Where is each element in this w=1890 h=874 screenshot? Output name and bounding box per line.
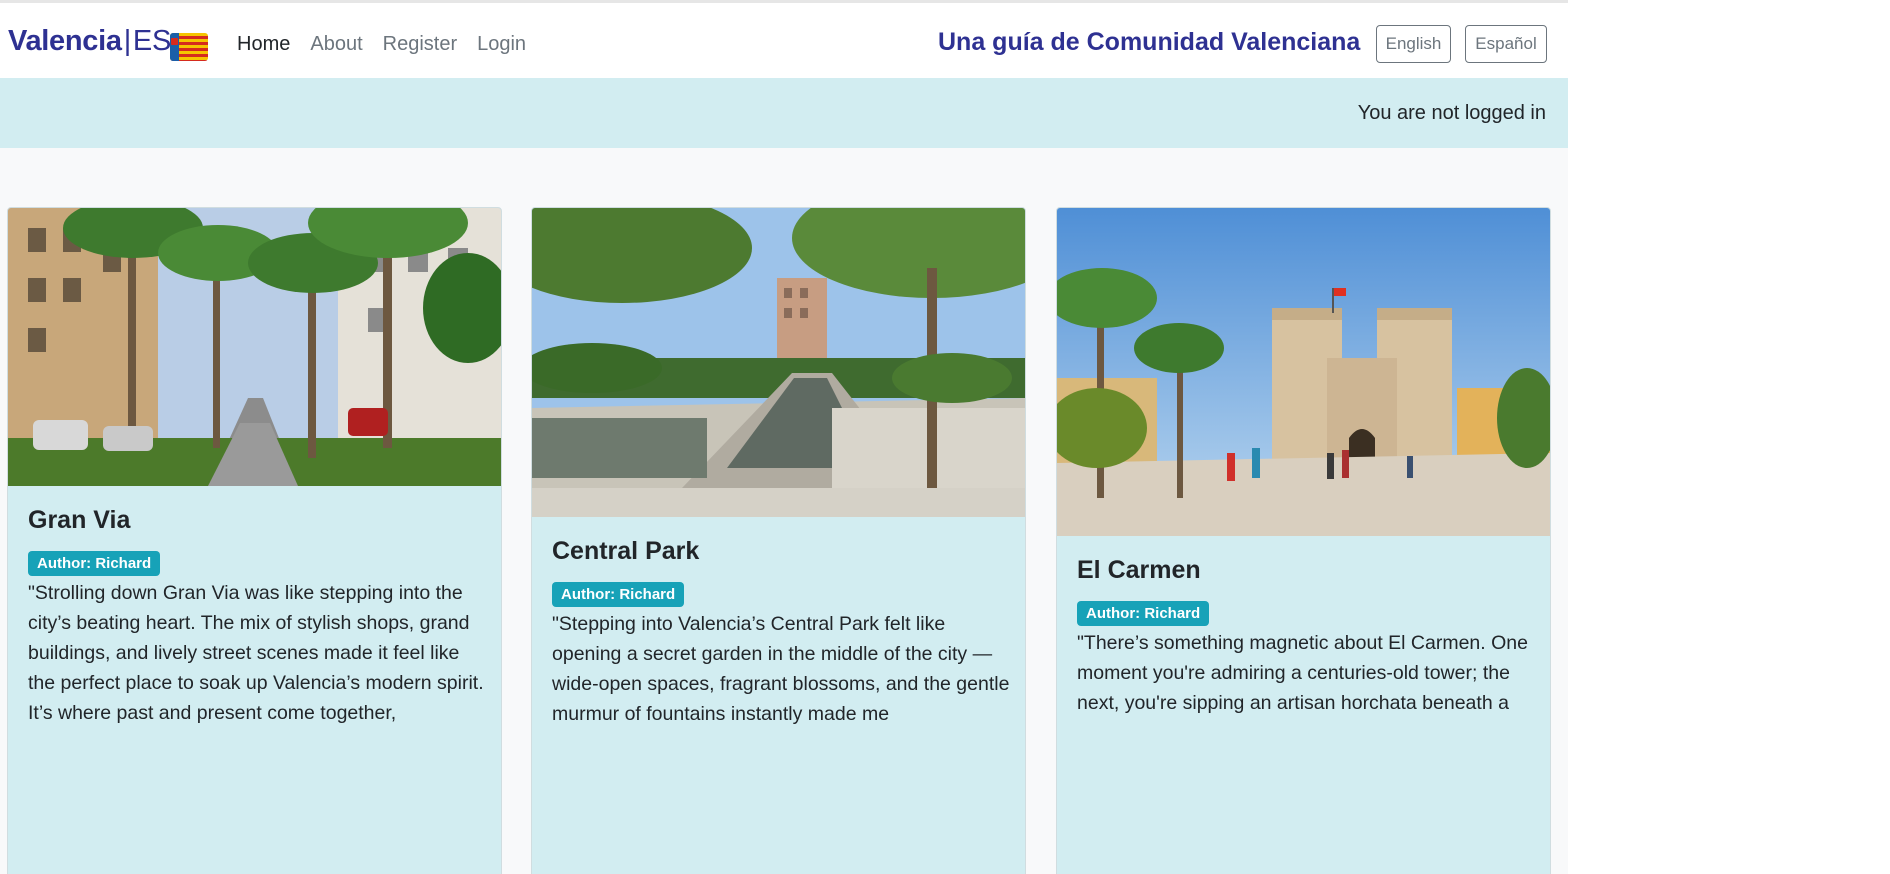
nav-about[interactable]: About xyxy=(310,33,362,56)
tagline-text: Una guía de Comunidad Valenciana xyxy=(938,28,1361,56)
card-text: "Strolling down Gran Via was like steppi… xyxy=(28,582,484,724)
card-text: "There’s something magnetic about El Car… xyxy=(1077,632,1528,714)
central-park-photo xyxy=(532,208,1025,517)
author-badge: Author: Richard xyxy=(1077,601,1210,626)
valencia-flag-icon xyxy=(170,33,208,61)
login-status-bar: You are not logged in xyxy=(0,78,1568,148)
central-park-image xyxy=(532,208,1025,517)
espanol-button[interactable]: Español xyxy=(1465,25,1547,63)
flag-crown xyxy=(171,38,178,45)
nav-register[interactable]: Register xyxy=(383,33,457,56)
el-carmen-photo xyxy=(1057,208,1550,536)
card-central-park[interactable]: Central Park Author: Richard "Stepping i… xyxy=(531,207,1026,874)
brand-suffix: ES xyxy=(132,25,172,57)
card-gran-via[interactable]: Gran Via Author: Richard "Strolling down… xyxy=(7,207,502,874)
nav-home[interactable]: Home xyxy=(237,33,290,56)
el-carmen-image xyxy=(1057,208,1550,536)
card-text: "Stepping into Valencia’s Central Park f… xyxy=(552,613,1010,725)
card-title[interactable]: El Carmen xyxy=(1077,556,1201,585)
page: Valencia | ES Home About Register Login … xyxy=(0,0,1568,874)
author-badge: Author: Richard xyxy=(28,551,161,576)
brand-logo[interactable]: Valencia | ES xyxy=(8,25,171,58)
login-status-text: You are not logged in xyxy=(1357,102,1546,124)
right-blank-area xyxy=(1568,0,1890,874)
gran-via-image xyxy=(8,208,501,486)
brand-separator: | xyxy=(123,25,132,57)
card-title[interactable]: Central Park xyxy=(552,537,699,566)
card-el-carmen[interactable]: El Carmen Author: Richard "There’s somet… xyxy=(1056,207,1551,874)
card-title[interactable]: Gran Via xyxy=(28,506,130,535)
navbar: Valencia | ES Home About Register Login … xyxy=(0,3,1568,78)
english-button[interactable]: English xyxy=(1376,25,1451,63)
nav-login[interactable]: Login xyxy=(477,33,526,56)
brand-name: Valencia xyxy=(8,25,122,57)
nav-links: Home About Register Login xyxy=(237,33,526,56)
tagline: Una guía de Comunidad Valenciana | xyxy=(938,28,1384,57)
author-badge: Author: Richard xyxy=(552,582,685,607)
gran-via-photo xyxy=(8,208,501,486)
